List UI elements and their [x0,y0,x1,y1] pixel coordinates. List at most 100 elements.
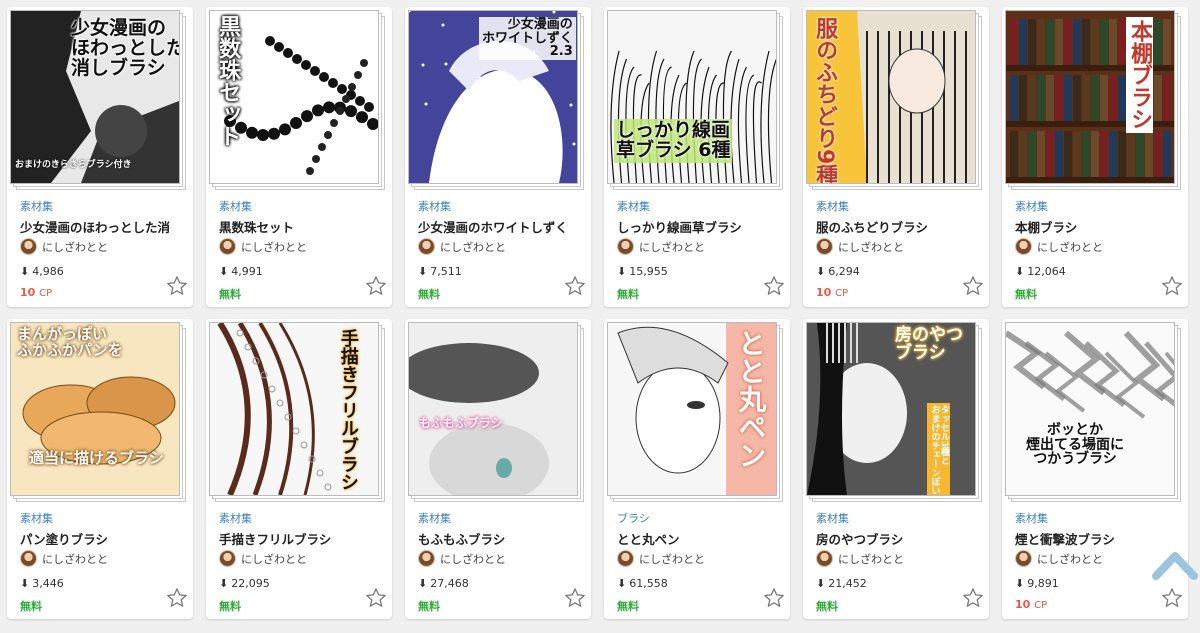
thumbnail-stack[interactable]: 黒数珠セット [209,10,387,194]
thumbnail-image[interactable]: 本棚ブラシ [1005,10,1175,184]
star-outline-icon[interactable] [166,587,188,609]
author-link[interactable]: にしざわとと [418,550,506,567]
author-link[interactable]: にしざわとと [617,550,705,567]
asset-card[interactable]: 服のふちどり9種 素材集 服のふちどりブラシ にしざわとと ⬇ 6,294 10… [803,7,989,307]
price-label: 10 CP [816,286,848,299]
thumbnail-image[interactable]: まんがっぽい ふかふかパンを 適当に描けるブラシ [10,322,180,496]
thumbnail-image[interactable]: しっかり線画 草ブラシ 6種 [607,10,777,184]
thumbnail-image[interactable]: 房のやつ ブラシ タッセル3種と おまけのチェーンぽいの [806,322,976,496]
category-link[interactable]: 素材集 [816,198,849,214]
avatar [418,238,435,255]
thumbnail-stack[interactable]: まんがっぽい ふかふかパンを 適当に描けるブラシ [10,322,188,506]
author-link[interactable]: にしざわとと [219,550,307,567]
author-link[interactable]: にしざわとと [219,238,307,255]
thumbnail-image[interactable]: 手描きフリルブラシ [209,322,379,496]
thumbnail-stack[interactable]: 服のふちどり9種 [806,10,984,194]
category-link[interactable]: 素材集 [20,198,53,214]
thumbnail-stack[interactable]: 手描きフリルブラシ [209,322,387,506]
star-outline-icon[interactable] [1161,275,1183,297]
star-outline-icon[interactable] [962,275,984,297]
download-count: ⬇ 7,511 [418,265,462,278]
asset-card[interactable]: とと丸ペン ブラシ とと丸ペン にしざわとと ⬇ 61,558 無料 [604,319,790,619]
author-link[interactable]: にしざわとと [1015,238,1103,255]
download-value: 27,468 [430,577,469,590]
thumbnail-stack[interactable]: ボッとか 煙出てる場面に つかうブラシ [1005,322,1183,506]
asset-title[interactable]: 本棚ブラシ [1015,217,1180,236]
author-link[interactable]: にしざわとと [418,238,506,255]
thumbnail-image[interactable]: 少女漫画の ほわっとした 消しブラシ おまけのきらきらブラシ付き [10,10,180,184]
thumbnail-image[interactable]: ボッとか 煙出てる場面に つかうブラシ [1005,322,1175,496]
star-outline-icon[interactable] [564,587,586,609]
asset-title[interactable]: もふもふブラシ [418,529,583,548]
thumbnail-subtitle: おまけのきらきらブラシ付き [15,160,132,170]
star-outline-icon[interactable] [962,587,984,609]
chevron-up-icon[interactable] [1152,546,1198,580]
star-outline-icon[interactable] [564,275,586,297]
download-icon: ⬇ [418,265,428,278]
star-outline-icon[interactable] [763,275,785,297]
asset-title[interactable]: しっかり線画草ブラシ [617,217,782,236]
asset-card[interactable]: 手描きフリルブラシ 素材集 手描きフリルブラシ にしざわとと ⬇ 22,095 … [206,319,392,619]
category-link[interactable]: 素材集 [219,198,252,214]
category-link[interactable]: 素材集 [1015,198,1048,214]
category-link[interactable]: 素材集 [617,198,650,214]
author-link[interactable]: にしざわとと [20,550,108,567]
author-link[interactable]: にしざわとと [20,238,108,255]
category-link[interactable]: 素材集 [20,510,53,526]
avatar [418,550,435,567]
category-link[interactable]: 素材集 [418,510,451,526]
thumbnail-stack[interactable]: もふもふブラシ [408,322,586,506]
price-label: 10 CP [1015,598,1047,611]
category-link[interactable]: ブラシ [617,510,650,526]
thumbnail-stack[interactable]: 少女漫画の ホワイトしずく 2.3 [408,10,586,194]
thumbnail-image[interactable]: 少女漫画の ホワイトしずく 2.3 [408,10,578,184]
asset-title[interactable]: 少女漫画のほわっとした消 [20,217,185,236]
price-label: 10 CP [20,286,52,299]
thumbnail-image[interactable]: とと丸ペン [607,322,777,496]
download-value: 4,986 [32,265,64,278]
thumbnail-image[interactable]: 服のふちどり9種 [806,10,976,184]
asset-title[interactable]: 房のやつブラシ [816,529,981,548]
download-count: ⬇ 3,446 [20,577,64,590]
star-outline-icon[interactable] [365,275,387,297]
download-value: 61,558 [629,577,668,590]
thumbnail-stack[interactable]: しっかり線画 草ブラシ 6種 [607,10,785,194]
thumbnail-stack[interactable]: とと丸ペン [607,322,785,506]
asset-card[interactable]: 少女漫画の ほわっとした 消しブラシ おまけのきらきらブラシ付き 素材集 少女漫… [7,7,193,307]
thumbnail-stack[interactable]: 少女漫画の ほわっとした 消しブラシ おまけのきらきらブラシ付き [10,10,188,194]
thumbnail-stack[interactable]: 本棚ブラシ [1005,10,1183,194]
avatar [816,238,833,255]
asset-title[interactable]: 手描きフリルブラシ [219,529,384,548]
star-outline-icon[interactable] [763,587,785,609]
thumbnail-image[interactable]: 黒数珠セット [209,10,379,184]
category-link[interactable]: 素材集 [219,510,252,526]
asset-card[interactable]: まんがっぽい ふかふかパンを 適当に描けるブラシ 素材集 パン塗りブラシ にしざ… [7,319,193,619]
author-link[interactable]: にしざわとと [1015,550,1103,567]
asset-card[interactable]: もふもふブラシ 素材集 もふもふブラシ にしざわとと ⬇ 27,468 無料 [405,319,591,619]
asset-card[interactable]: 房のやつ ブラシ タッセル3種と おまけのチェーンぽいの 素材集 房のやつブラシ… [803,319,989,619]
price-unit: CP [835,288,849,299]
star-outline-icon[interactable] [166,275,188,297]
asset-title[interactable]: 服のふちどりブラシ [816,217,981,236]
author-link[interactable]: にしざわとと [617,238,705,255]
star-outline-icon[interactable] [1161,587,1183,609]
asset-card[interactable]: 本棚ブラシ 素材集 本棚ブラシ にしざわとと ⬇ 12,064 無料 [1002,7,1188,307]
star-outline-icon[interactable] [365,587,387,609]
asset-title[interactable]: 黒数珠セット [219,217,384,236]
thumbnail-title: もふもふブラシ [419,416,503,430]
category-link[interactable]: 素材集 [418,198,451,214]
thumbnail-stack[interactable]: 房のやつ ブラシ タッセル3種と おまけのチェーンぽいの [806,322,984,506]
category-link[interactable]: 素材集 [816,510,849,526]
asset-title[interactable]: パン塗りブラシ [20,529,185,548]
asset-card[interactable]: しっかり線画 草ブラシ 6種 素材集 しっかり線画草ブラシ にしざわとと ⬇ 1… [604,7,790,307]
price-value: 無料 [418,288,440,301]
category-link[interactable]: 素材集 [1015,510,1048,526]
asset-card[interactable]: 黒数珠セット 素材集 黒数珠セット にしざわとと ⬇ 4,991 無料 [206,7,392,307]
author-link[interactable]: にしざわとと [816,238,904,255]
thumbnail-image[interactable]: もふもふブラシ [408,322,578,496]
asset-title[interactable]: とと丸ペン [617,529,782,548]
asset-title[interactable]: 少女漫画のホワイトしずく [418,217,583,236]
asset-card[interactable]: 少女漫画の ホワイトしずく 2.3 素材集 少女漫画のホワイトしずく にしざわと… [405,7,591,307]
author-link[interactable]: にしざわとと [816,550,904,567]
avatar [816,550,833,567]
